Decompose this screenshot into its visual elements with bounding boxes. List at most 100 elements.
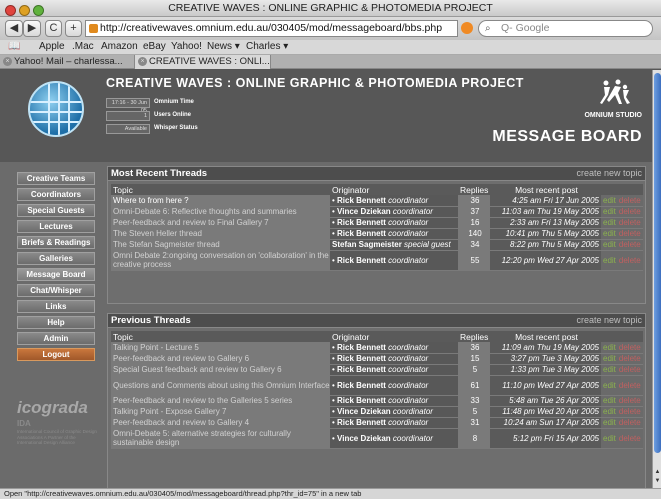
edit-link[interactable]: edit xyxy=(603,407,616,416)
bookmark-amazon[interactable]: Amazon xyxy=(101,41,138,52)
bookmark-mac[interactable]: .Mac xyxy=(72,41,94,52)
delete-link[interactable]: delete xyxy=(619,207,641,216)
create-new-topic-link[interactable]: create new topic xyxy=(576,315,642,325)
thread-originator[interactable]: • Rick Bennett coordinator xyxy=(330,417,458,429)
bookmark-charles[interactable]: Charles ▾ xyxy=(246,41,288,52)
table-row[interactable]: Where to from here ? • Rick Bennett coor… xyxy=(111,195,643,207)
table-row[interactable]: Talking Point - Expose Gallery 7 • Vince… xyxy=(111,406,643,418)
thread-originator[interactable]: • Vince Dziekan coordinator xyxy=(330,428,458,449)
book-icon[interactable]: 📖 xyxy=(8,41,20,52)
create-new-topic-link[interactable]: create new topic xyxy=(576,168,642,178)
table-row[interactable]: Talking Point - Lecture 5 • Rick Bennett… xyxy=(111,342,643,354)
tab-creative-waves[interactable]: × CREATIVE WAVES : ONLI... xyxy=(135,55,271,69)
nav-help[interactable]: Help xyxy=(17,316,95,329)
back-button[interactable]: ◀ xyxy=(5,20,23,37)
nav-message-board[interactable]: Message Board xyxy=(17,268,95,281)
table-row[interactable]: Omni Debate 2:ongoing conversation on 'c… xyxy=(111,250,643,271)
edit-link[interactable]: edit xyxy=(603,381,616,390)
edit-link[interactable]: edit xyxy=(603,196,616,205)
close-tab-icon[interactable]: × xyxy=(3,57,12,66)
thread-originator[interactable]: • Rick Bennett coordinator xyxy=(330,228,458,240)
thread-originator[interactable]: • Vince Dziekan coordinator xyxy=(330,406,458,418)
table-row[interactable]: Peer-feedback and review to Gallery 4 • … xyxy=(111,417,643,429)
nav-admin[interactable]: Admin xyxy=(17,332,95,345)
table-row[interactable]: Peer-feedback and review to the Gallerie… xyxy=(111,395,643,407)
thread-topic[interactable]: Special Guest feedback and review to Gal… xyxy=(111,364,330,376)
table-row[interactable]: The Steven Heller thread • Rick Bennett … xyxy=(111,228,643,240)
delete-link[interactable]: delete xyxy=(619,229,641,238)
nav-special-guests[interactable]: Special Guests xyxy=(17,204,95,217)
table-row[interactable]: Omni-Debate 6: Reflective thoughts and s… xyxy=(111,206,643,218)
thread-topic[interactable]: Omni-Debate 5: alternative strategies fo… xyxy=(111,428,330,449)
edit-link[interactable]: edit xyxy=(603,207,616,216)
edit-link[interactable]: edit xyxy=(603,434,616,443)
bookmark-apple[interactable]: Apple xyxy=(39,41,65,52)
thread-topic[interactable]: Talking Point - Expose Gallery 7 xyxy=(111,406,330,418)
thread-originator[interactable]: • Rick Bennett coordinator xyxy=(330,217,458,229)
thread-originator[interactable]: Stefan Sagmeister special guest xyxy=(330,239,458,251)
nav-creative-teams[interactable]: Creative Teams xyxy=(17,172,95,185)
edit-link[interactable]: edit xyxy=(603,418,616,427)
whisper-status-value[interactable]: Available xyxy=(106,124,150,134)
thread-originator[interactable]: • Rick Bennett coordinator xyxy=(330,195,458,207)
edit-link[interactable]: edit xyxy=(603,229,616,238)
scroll-down-icon[interactable]: ▼ xyxy=(653,477,661,485)
delete-link[interactable]: delete xyxy=(619,365,641,374)
delete-link[interactable]: delete xyxy=(619,354,641,363)
bookmark-yahoo[interactable]: Yahoo! xyxy=(171,41,202,52)
thread-originator[interactable]: • Rick Bennett coordinator xyxy=(330,342,458,354)
bookmark-ebay[interactable]: eBay xyxy=(143,41,166,52)
thread-originator[interactable]: • Rick Bennett coordinator xyxy=(330,250,458,271)
thread-topic[interactable]: Peer-feedback and review to the Gallerie… xyxy=(111,395,330,407)
edit-link[interactable]: edit xyxy=(603,343,616,352)
edit-link[interactable]: edit xyxy=(603,256,616,265)
thread-topic[interactable]: Omni-Debate 6: Reflective thoughts and s… xyxy=(111,206,330,218)
table-row[interactable]: Special Guest feedback and review to Gal… xyxy=(111,364,643,376)
edit-link[interactable]: edit xyxy=(603,218,616,227)
logout-button[interactable]: Logout xyxy=(17,348,95,361)
thread-topic[interactable]: Talking Point - Lecture 5 xyxy=(111,342,330,354)
vertical-scrollbar[interactable]: ▲ ▼ xyxy=(652,70,661,488)
delete-link[interactable]: delete xyxy=(619,240,641,249)
bookmark-news[interactable]: News ▾ xyxy=(207,41,240,52)
scrollbar-thumb[interactable] xyxy=(654,73,661,453)
thread-originator[interactable]: • Rick Bennett coordinator xyxy=(330,364,458,376)
icograda-logo[interactable]: icograda IDA International Council of Gr… xyxy=(17,398,97,458)
table-row[interactable]: Omni-Debate 5: alternative strategies fo… xyxy=(111,428,643,449)
thread-topic[interactable]: Peer-feedback and review to Gallery 4 xyxy=(111,417,330,429)
close-tab-icon[interactable]: × xyxy=(138,57,147,66)
nav-chat-whisper[interactable]: Chat/Whisper xyxy=(17,284,95,297)
thread-originator[interactable]: • Rick Bennett coordinator xyxy=(330,395,458,407)
thread-originator[interactable]: • Vince Dziekan coordinator xyxy=(330,206,458,218)
thread-topic[interactable]: Omni Debate 2:ongoing conversation on 'c… xyxy=(111,250,330,271)
delete-link[interactable]: delete xyxy=(619,218,641,227)
table-row[interactable]: Peer-feedback and review to Final Galler… xyxy=(111,217,643,229)
thread-topic[interactable]: Peer-feedback and review to Gallery 6 xyxy=(111,353,330,365)
delete-link[interactable]: delete xyxy=(619,418,641,427)
thread-originator[interactable]: • Rick Bennett coordinator xyxy=(330,353,458,365)
thread-topic[interactable]: Peer-feedback and review to Final Galler… xyxy=(111,217,330,229)
nav-galleries[interactable]: Galleries xyxy=(17,252,95,265)
delete-link[interactable]: delete xyxy=(619,196,641,205)
nav-coordinators[interactable]: Coordinators xyxy=(17,188,95,201)
edit-link[interactable]: edit xyxy=(603,365,616,374)
delete-link[interactable]: delete xyxy=(619,256,641,265)
thread-originator[interactable]: • Rick Bennett coordinator xyxy=(330,375,458,396)
edit-link[interactable]: edit xyxy=(603,354,616,363)
edit-link[interactable]: edit xyxy=(603,396,616,405)
thread-topic[interactable]: Where to from here ? xyxy=(111,195,330,207)
thread-topic[interactable]: The Steven Heller thread xyxy=(111,228,330,240)
delete-link[interactable]: delete xyxy=(619,343,641,352)
table-row[interactable]: Questions and Comments about using this … xyxy=(111,375,643,396)
rss-icon[interactable] xyxy=(461,22,473,34)
nav-links[interactable]: Links xyxy=(17,300,95,313)
add-bookmark-button[interactable]: + xyxy=(65,20,82,37)
delete-link[interactable]: delete xyxy=(619,396,641,405)
forward-button[interactable]: ▶ xyxy=(23,20,41,37)
delete-link[interactable]: delete xyxy=(619,381,641,390)
nav-briefs-readings[interactable]: Briefs & Readings xyxy=(17,236,95,249)
scroll-up-icon[interactable]: ▲ xyxy=(653,468,661,476)
thread-topic[interactable]: Questions and Comments about using this … xyxy=(111,375,330,396)
delete-link[interactable]: delete xyxy=(619,434,641,443)
nav-lectures[interactable]: Lectures xyxy=(17,220,95,233)
